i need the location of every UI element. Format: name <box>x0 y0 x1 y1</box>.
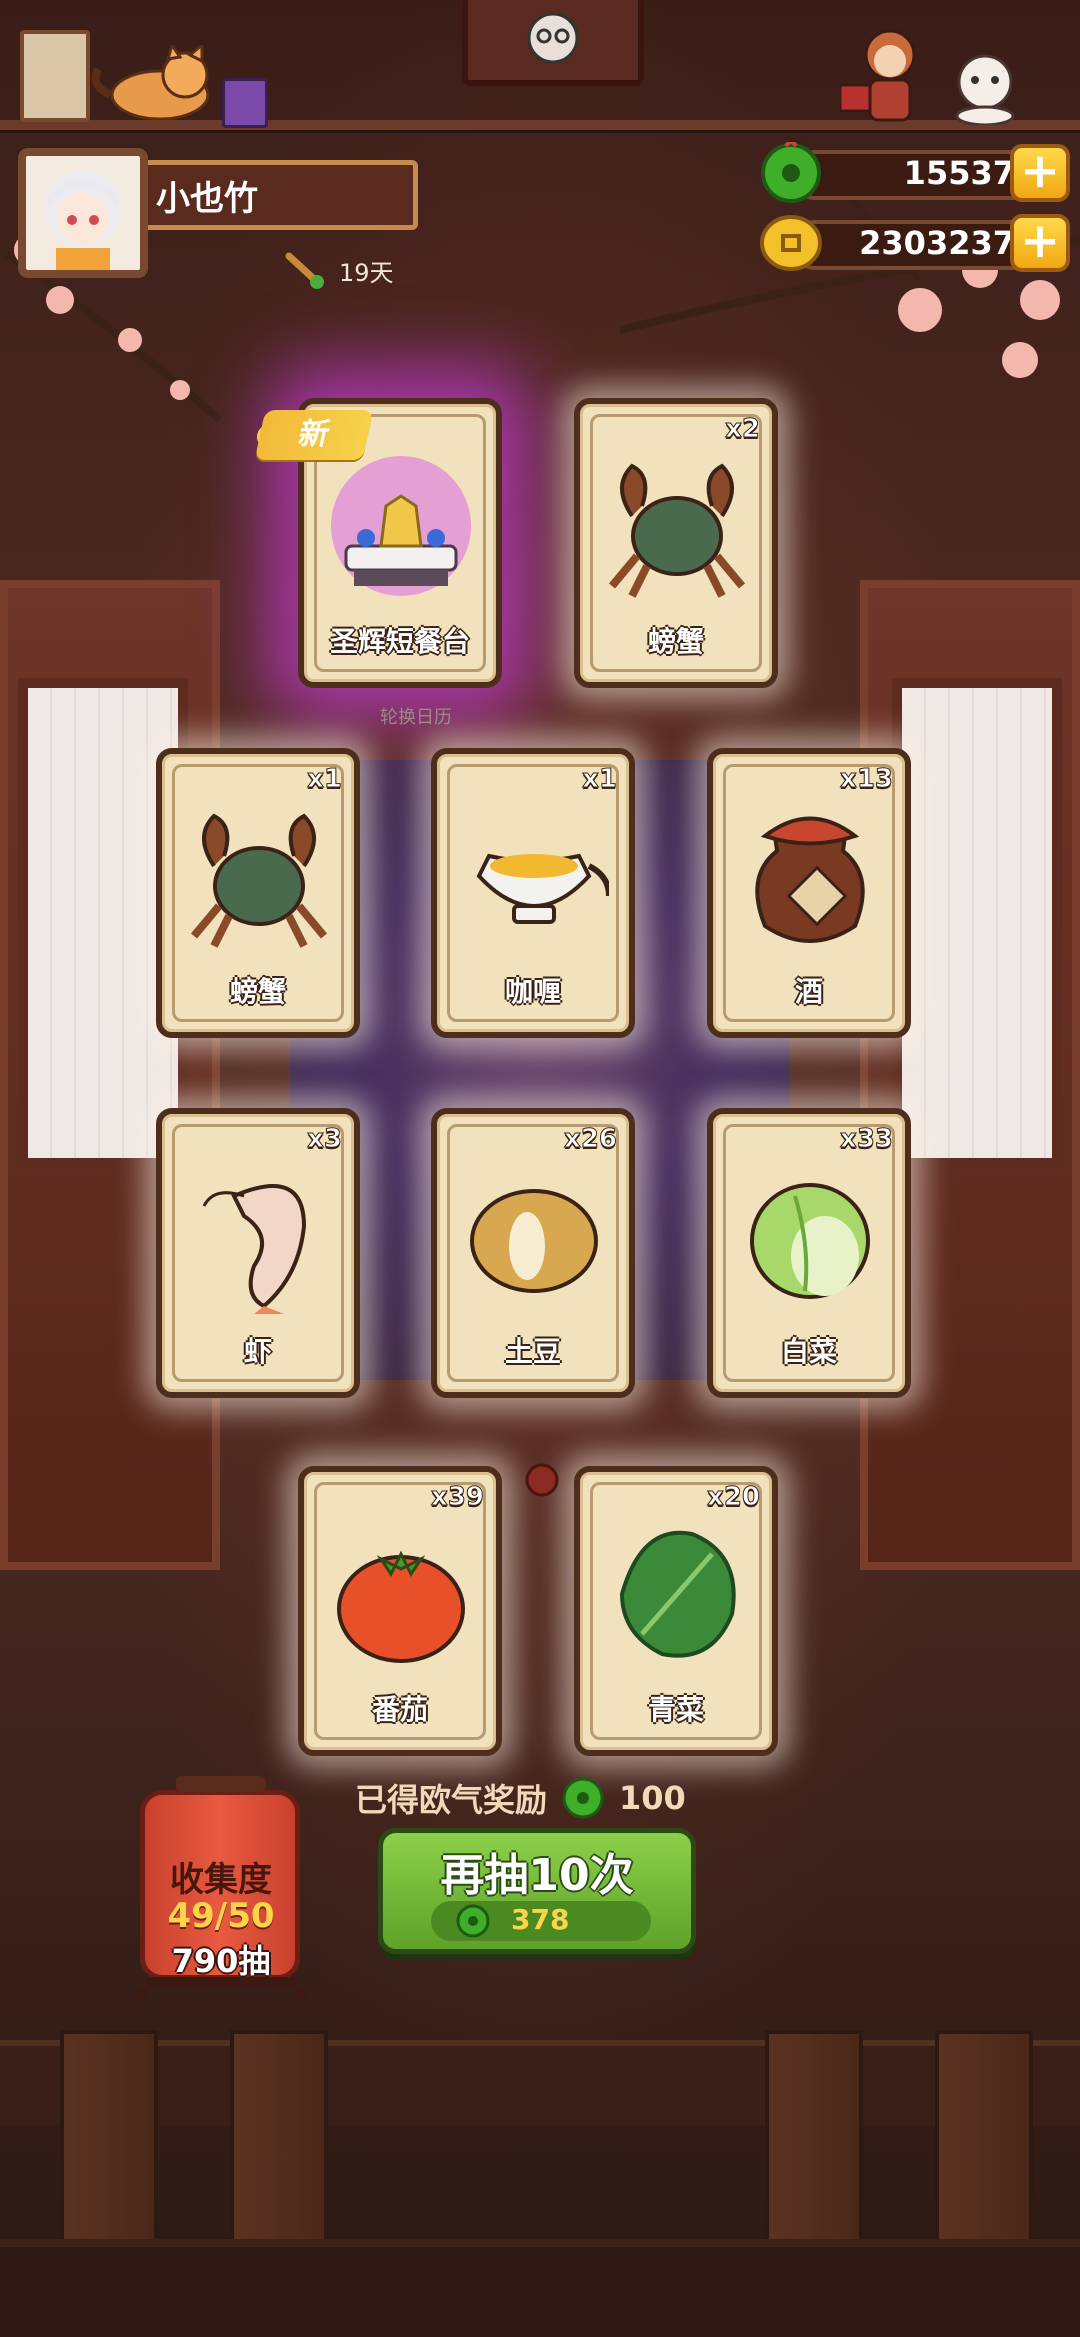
right-window <box>892 678 1062 1168</box>
wine-jar-icon <box>755 816 865 943</box>
fence-post <box>935 2030 1033 2258</box>
reward-label: 已得欧气奖励 <box>355 1781 548 1819</box>
reward-card[interactable]: x1 咖喱 <box>431 748 635 1038</box>
reward-card[interactable]: x20 青菜 <box>574 1466 778 1756</box>
card-label: 酒 <box>794 975 823 1008</box>
draw-ten-button[interactable]: 再抽10次 378 <box>378 1828 696 1954</box>
reward-card[interactable]: x26 土豆 <box>431 1108 635 1398</box>
draw-cost-amount: 378 <box>511 1903 570 1936</box>
card-label: 番茄 <box>371 1693 428 1726</box>
reward-card[interactable]: x13 酒 <box>707 748 911 1038</box>
floor <box>0 2239 1080 2337</box>
card-label: 青菜 <box>647 1693 704 1726</box>
card-label: 虾 <box>243 1335 272 1368</box>
reward-amount: 100 <box>619 1779 686 1817</box>
jade-coin-icon <box>456 1904 490 1938</box>
card-count: x13 <box>840 764 894 795</box>
card-count: x26 <box>564 1124 618 1155</box>
reward-summary: 已得欧气奖励 100 <box>355 1775 686 1821</box>
greens-icon <box>619 1530 736 1658</box>
card-label: 圣辉短餐台 <box>329 625 470 658</box>
holy-table-icon <box>331 456 471 596</box>
card-label: 土豆 <box>504 1335 561 1368</box>
player-avatar[interactable] <box>18 148 148 278</box>
crab-icon <box>608 463 746 598</box>
reward-card[interactable]: x2 螃蟹 <box>574 398 778 688</box>
card-count: x1 <box>307 764 343 795</box>
player-name: 小也竹 <box>156 178 258 219</box>
coin-amount: 2303237 <box>859 224 1015 262</box>
jade-amount: 15537 <box>903 154 1015 192</box>
days-count: 19天 <box>339 258 394 287</box>
card-count: x1 <box>582 764 618 795</box>
card-label: 螃蟹 <box>647 625 704 658</box>
left-door-panel <box>0 580 220 1570</box>
reward-card[interactable]: x1 螃蟹 <box>156 748 360 1038</box>
branch-icon <box>285 252 324 289</box>
tomato-icon <box>337 1550 465 1663</box>
calendar-label: 轮换日历 <box>380 707 452 728</box>
jade-coin-icon <box>562 1777 604 1819</box>
add-jade-button[interactable]: + <box>1010 144 1070 202</box>
fence-post <box>230 2030 328 2258</box>
cat-icon <box>91 45 210 120</box>
collection-title: 收集度 <box>170 1860 272 1900</box>
reward-card[interactable]: x39 番茄 <box>298 1466 502 1756</box>
card-count: x39 <box>431 1482 485 1513</box>
right-door-panel <box>860 580 1080 1570</box>
cabbage-icon <box>750 1183 870 1299</box>
card-label: 白菜 <box>780 1335 837 1368</box>
card-label: 螃蟹 <box>229 975 286 1008</box>
shrimp-icon <box>202 1184 307 1314</box>
card-count: x33 <box>840 1124 894 1155</box>
jade-currency: 15537 + <box>760 142 1070 204</box>
crab-icon <box>190 813 328 948</box>
collection-progress: 49/50 <box>167 1896 275 1936</box>
card-label: 咖喱 <box>504 975 561 1008</box>
potato-icon <box>470 1189 598 1293</box>
total-draws: 790抽 <box>171 1942 271 1980</box>
card-count: x3 <box>307 1124 343 1155</box>
hanging-scroll <box>20 30 90 122</box>
login-days: 19天 <box>285 250 394 290</box>
jade-coin-icon <box>761 142 821 203</box>
add-coins-button[interactable]: + <box>1010 214 1070 272</box>
curry-icon <box>476 853 609 924</box>
floor-rail <box>0 2040 1080 2126</box>
draw-button-label: 再抽10次 <box>440 1850 634 1901</box>
npc-character-icon <box>840 29 916 122</box>
coin-currency: 2303237 + <box>760 212 1070 274</box>
collection-lantern[interactable]: 收集度 49/50 790抽 <box>136 1770 306 2000</box>
fence-post <box>60 2030 158 2258</box>
draw-cost: 378 <box>431 1901 651 1941</box>
gold-coin-icon <box>760 215 822 271</box>
fence-post <box>765 2030 863 2258</box>
player-name-bar: 小也竹 <box>148 160 418 230</box>
new-badge: 新 <box>254 410 374 460</box>
knot-ornament-icon <box>525 1463 559 1497</box>
reward-card[interactable]: x33 白菜 <box>707 1108 911 1398</box>
card-count: x2 <box>725 414 761 445</box>
portrait-frame <box>462 0 644 86</box>
card-count: x20 <box>707 1482 761 1513</box>
reward-card[interactable]: x3 虾 <box>156 1108 360 1398</box>
book-icon <box>222 78 268 128</box>
npc-pet-icon <box>955 54 1015 125</box>
